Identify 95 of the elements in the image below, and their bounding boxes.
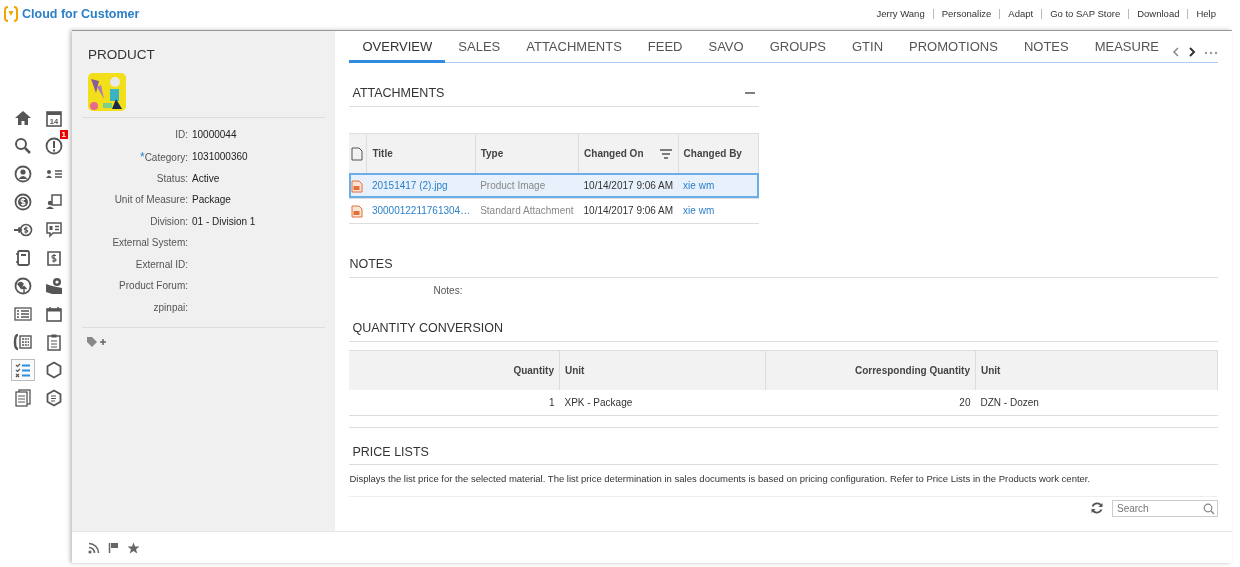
dollar-circle-icon bbox=[13, 192, 33, 212]
field-value: 01 - Division 1 bbox=[192, 214, 257, 229]
section-title: PRICE LISTS bbox=[349, 439, 1218, 466]
hexagon-icon bbox=[44, 360, 64, 380]
table-cell: XPK - Package bbox=[564, 396, 633, 408]
column-header: Unit bbox=[980, 364, 1001, 376]
sidebar-button[interactable] bbox=[11, 359, 35, 381]
table-cell: 20 bbox=[959, 396, 971, 408]
tab[interactable]: ATTACHMENTS bbox=[513, 27, 635, 63]
user-link[interactable]: xie wm bbox=[683, 180, 715, 191]
section-title: NOTES bbox=[349, 251, 1218, 278]
table-row[interactable]: 20151417 (2).jpg Product Image 10/14/2017 9:06 AM xie wm bbox=[349, 173, 759, 199]
clipboard-icon bbox=[44, 332, 64, 352]
flag-icon[interactable] bbox=[108, 541, 119, 554]
field-value: 1031000360 bbox=[192, 149, 249, 164]
column-header: Changed By bbox=[683, 148, 742, 159]
tab[interactable]: PROMOTIONS bbox=[896, 27, 1011, 63]
calendar-icon bbox=[44, 304, 64, 324]
table-cell: Standard Attachment bbox=[480, 205, 574, 217]
required-marker: * bbox=[139, 149, 145, 164]
filter-icon[interactable] bbox=[658, 148, 673, 159]
documents-icon bbox=[13, 388, 33, 408]
list-icon bbox=[13, 304, 33, 324]
chevron-right-icon[interactable] bbox=[1188, 46, 1196, 58]
field-value: Package bbox=[192, 193, 232, 208]
phone-keypad-icon bbox=[13, 332, 33, 352]
header-link[interactable]: Adapt bbox=[999, 9, 1042, 19]
document-icon[interactable] bbox=[351, 147, 364, 162]
house-icon bbox=[13, 108, 33, 128]
user-link[interactable]: xie wm bbox=[683, 205, 715, 217]
header-link[interactable]: Help bbox=[1187, 9, 1224, 19]
search-icon bbox=[13, 136, 33, 156]
tab[interactable]: MEASURE bbox=[1081, 27, 1172, 63]
sidebar-button[interactable] bbox=[11, 331, 35, 353]
chevron-left-icon[interactable] bbox=[1172, 46, 1180, 58]
map-pin-icon bbox=[44, 276, 64, 296]
table-cell: Product Image bbox=[480, 180, 546, 191]
add-tag-icon[interactable] bbox=[86, 335, 108, 348]
logo-icon bbox=[4, 6, 18, 22]
header-link[interactable]: Download bbox=[1128, 9, 1188, 19]
section-title: ATTACHMENTS bbox=[352, 85, 445, 102]
field-label: Notes: bbox=[432, 283, 463, 298]
image-file-icon bbox=[351, 179, 364, 193]
dollar-document-icon bbox=[44, 248, 64, 268]
notebook-icon bbox=[13, 248, 33, 268]
rss-feed-icon[interactable] bbox=[88, 541, 100, 554]
app-title: Cloud for Customer bbox=[22, 5, 140, 23]
column-header: Corresponding Quantity bbox=[854, 364, 970, 376]
refresh-icon[interactable] bbox=[1090, 501, 1104, 516]
person-chart-icon bbox=[44, 192, 64, 212]
field-label: Division: bbox=[149, 214, 188, 229]
table-row[interactable]: 3000012211761304… Standard Attachment 10/14/2017 9:06 AM xie wm bbox=[349, 198, 759, 224]
section-title: QUANTITY CONVERSION bbox=[349, 315, 1218, 342]
column-header: Title bbox=[372, 148, 393, 159]
description-text: Displays the list price for the selected material. The list price determination in sales documents is based on pricing configuration. Refer to Price Lists in the Products work center. bbox=[349, 472, 1092, 487]
tab[interactable]: FEED bbox=[634, 27, 696, 63]
image-file-icon bbox=[351, 205, 364, 219]
tab[interactable]: SAVO bbox=[695, 27, 757, 63]
search-icon[interactable] bbox=[1203, 502, 1215, 515]
chat-bubble-icon bbox=[44, 220, 64, 240]
exclamation-circle-icon bbox=[44, 136, 64, 156]
header-link[interactable]: Jerry Wang bbox=[868, 9, 933, 19]
tab[interactable]: SALES bbox=[445, 27, 514, 63]
table-cell: 10/14/2017 9:06 AM bbox=[583, 205, 674, 217]
field-value: 10000044 bbox=[192, 128, 238, 143]
table-cell: 10/14/2017 9:06 AM bbox=[583, 180, 674, 191]
column-header: Changed On bbox=[584, 147, 644, 161]
star-icon[interactable] bbox=[127, 541, 140, 554]
field-label: External System: bbox=[111, 236, 188, 251]
field-label: ID: bbox=[174, 128, 188, 143]
hexagon-document-icon bbox=[44, 388, 64, 408]
tab[interactable]: OVERVIEW bbox=[349, 27, 446, 63]
field-label: Product Forum: bbox=[118, 279, 188, 294]
tab[interactable]: GROUPS bbox=[756, 27, 839, 63]
file-link[interactable]: 3000012211761304… bbox=[371, 205, 471, 217]
field-label: Status: bbox=[155, 172, 188, 187]
search-field[interactable]: Search bbox=[1112, 499, 1218, 517]
notification-badge: 1 bbox=[59, 130, 68, 139]
field-label: Unit of Measure: bbox=[113, 193, 188, 208]
field-value: Active bbox=[192, 172, 221, 187]
field-label: zpinpai: bbox=[152, 300, 188, 315]
header-link[interactable]: Personalize bbox=[932, 9, 1000, 19]
header-link[interactable]: Go to SAP Store bbox=[1041, 9, 1129, 19]
column-header: Unit bbox=[564, 364, 585, 376]
tab[interactable]: GTIN bbox=[839, 27, 897, 63]
column-header: Quantity bbox=[513, 364, 554, 376]
more-icon[interactable] bbox=[1204, 49, 1218, 55]
panel-title: PRODUCT bbox=[88, 46, 156, 64]
field-label: Category: bbox=[144, 151, 188, 163]
tab[interactable]: NOTES bbox=[1010, 27, 1082, 63]
column-header: Type bbox=[480, 148, 504, 159]
table-cell: DZN - Dozen bbox=[980, 396, 1039, 408]
field-label: External ID: bbox=[134, 257, 188, 272]
person-circle-icon bbox=[13, 164, 33, 184]
table-cell: 1 bbox=[548, 396, 555, 408]
